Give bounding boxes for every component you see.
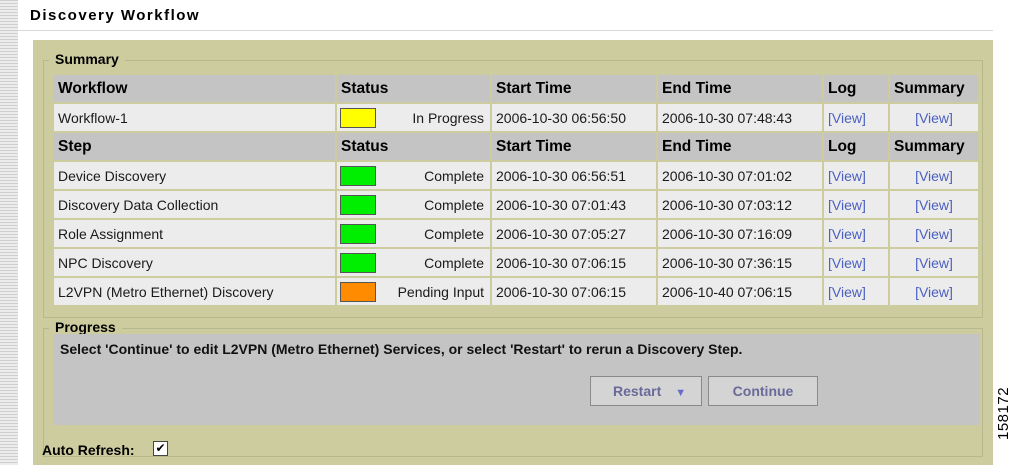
col-header-step: Step	[54, 133, 335, 160]
col-header-end-time: End Time	[658, 75, 822, 102]
step-end-time: 2006-10-30 07:03:12	[658, 191, 822, 218]
step-status: Complete	[337, 220, 490, 247]
step-name: Device Discovery	[54, 162, 335, 189]
step-log-link[interactable]: [View]	[828, 226, 866, 242]
step-name: Discovery Data Collection	[54, 191, 335, 218]
col-header-status: Status	[337, 75, 490, 102]
step-name: L2VPN (Metro Ethernet) Discovery	[54, 278, 335, 305]
step-row: L2VPN (Metro Ethernet) Discovery Pending …	[54, 278, 978, 305]
status-swatch	[340, 107, 376, 128]
step-log-cell: [View]	[824, 249, 888, 276]
auto-refresh-label: Auto Refresh:	[42, 442, 135, 458]
col-header-status: Status	[337, 133, 490, 160]
workflow-name: Workflow-1	[54, 104, 335, 131]
figure-id: 158172	[995, 386, 1012, 440]
title-bar: Discovery Workflow	[18, 0, 993, 31]
status-swatch	[340, 281, 376, 302]
step-log-cell: [View]	[824, 191, 888, 218]
status-swatch	[340, 194, 376, 215]
step-row: Device Discovery Complete 2006-10-30 06:56…	[54, 162, 978, 189]
step-log-cell: [View]	[824, 220, 888, 247]
step-name: Role Assignment	[54, 220, 335, 247]
step-name: NPC Discovery	[54, 249, 335, 276]
col-header-log: Log	[824, 75, 888, 102]
step-start-time: 2006-10-30 07:01:43	[492, 191, 656, 218]
step-end-time: 2006-10-30 07:36:15	[658, 249, 822, 276]
workflow-end-time: 2006-10-30 07:48:43	[658, 104, 822, 131]
step-end-time: 2006-10-30 07:16:09	[658, 220, 822, 247]
restart-button[interactable]: Restart ▼	[590, 376, 702, 406]
step-row: Role Assignment Complete 2006-10-30 07:05:…	[54, 220, 978, 247]
col-header-log: Log	[824, 133, 888, 160]
progress-box: Select 'Continue' to edit L2VPN (Metro E…	[53, 334, 980, 425]
status-text: Complete	[424, 225, 484, 242]
status-swatch	[340, 252, 376, 273]
step-status: Complete	[337, 249, 490, 276]
auto-refresh-checkbox[interactable]: ✔	[153, 441, 168, 456]
progress-legend: Progress	[49, 319, 122, 335]
status-text: Complete	[424, 254, 484, 271]
step-log-link[interactable]: [View]	[828, 255, 866, 271]
step-summary-link[interactable]: [View]	[915, 197, 953, 213]
step-log-cell: [View]	[824, 278, 888, 305]
step-status: Complete	[337, 191, 490, 218]
step-summary-cell: [View]	[890, 278, 978, 305]
step-summary-link[interactable]: [View]	[915, 284, 953, 300]
step-status: Complete	[337, 162, 490, 189]
status-text: In Progress	[412, 109, 484, 126]
checkmark-icon: ✔	[155, 441, 166, 455]
step-header-row: Step Status Start Time End Time Log Summ…	[54, 133, 978, 160]
workflow-row: Workflow-1 In Progress 2006-10-30 06:56:…	[54, 104, 978, 131]
summary-legend: Summary	[49, 51, 125, 67]
step-log-cell: [View]	[824, 162, 888, 189]
dropdown-arrow-icon[interactable]: ▼	[675, 387, 686, 399]
step-end-time: 2006-10-40 07:06:15	[658, 278, 822, 305]
workflow-status: In Progress	[337, 104, 490, 131]
continue-button[interactable]: Continue	[708, 376, 818, 406]
workflow-start-time: 2006-10-30 06:56:50	[492, 104, 656, 131]
workflow-summary-link[interactable]: [View]	[915, 110, 953, 126]
step-summary-cell: [View]	[890, 249, 978, 276]
status-text: Complete	[424, 167, 484, 184]
summary-table: Workflow Status Start Time End Time Log …	[52, 73, 980, 307]
step-log-link[interactable]: [View]	[828, 197, 866, 213]
col-header-workflow: Workflow	[54, 75, 335, 102]
step-summary-cell: [View]	[890, 162, 978, 189]
window-left-edge	[0, 0, 18, 465]
step-summary-cell: [View]	[890, 220, 978, 247]
step-summary-link[interactable]: [View]	[915, 255, 953, 271]
step-log-link[interactable]: [View]	[828, 284, 866, 300]
step-end-time: 2006-10-30 07:01:02	[658, 162, 822, 189]
col-header-start-time: Start Time	[492, 133, 656, 160]
status-swatch	[340, 223, 376, 244]
step-start-time: 2006-10-30 07:06:15	[492, 278, 656, 305]
step-row: NPC Discovery Complete 2006-10-30 07:06:15…	[54, 249, 978, 276]
restart-label: Restart	[613, 383, 662, 399]
step-summary-link[interactable]: [View]	[915, 226, 953, 242]
workflow-log-link[interactable]: [View]	[828, 110, 866, 126]
col-header-end-time: End Time	[658, 133, 822, 160]
step-status: Pending Input	[337, 278, 490, 305]
step-row: Discovery Data Collection Complete 2006-10…	[54, 191, 978, 218]
step-summary-cell: [View]	[890, 191, 978, 218]
step-start-time: 2006-10-30 07:05:27	[492, 220, 656, 247]
status-swatch	[340, 165, 376, 186]
progress-message: Select 'Continue' to edit L2VPN (Metro E…	[60, 341, 743, 357]
step-start-time: 2006-10-30 07:06:15	[492, 249, 656, 276]
col-header-summary: Summary	[890, 75, 978, 102]
status-text: Complete	[424, 196, 484, 213]
col-header-summary: Summary	[890, 133, 978, 160]
col-header-start-time: Start Time	[492, 75, 656, 102]
step-log-link[interactable]: [View]	[828, 168, 866, 184]
workflow-header-row: Workflow Status Start Time End Time Log …	[54, 75, 978, 102]
step-summary-link[interactable]: [View]	[915, 168, 953, 184]
status-text: Pending Input	[397, 283, 484, 300]
page-title: Discovery Workflow	[30, 7, 201, 24]
step-start-time: 2006-10-30 06:56:51	[492, 162, 656, 189]
